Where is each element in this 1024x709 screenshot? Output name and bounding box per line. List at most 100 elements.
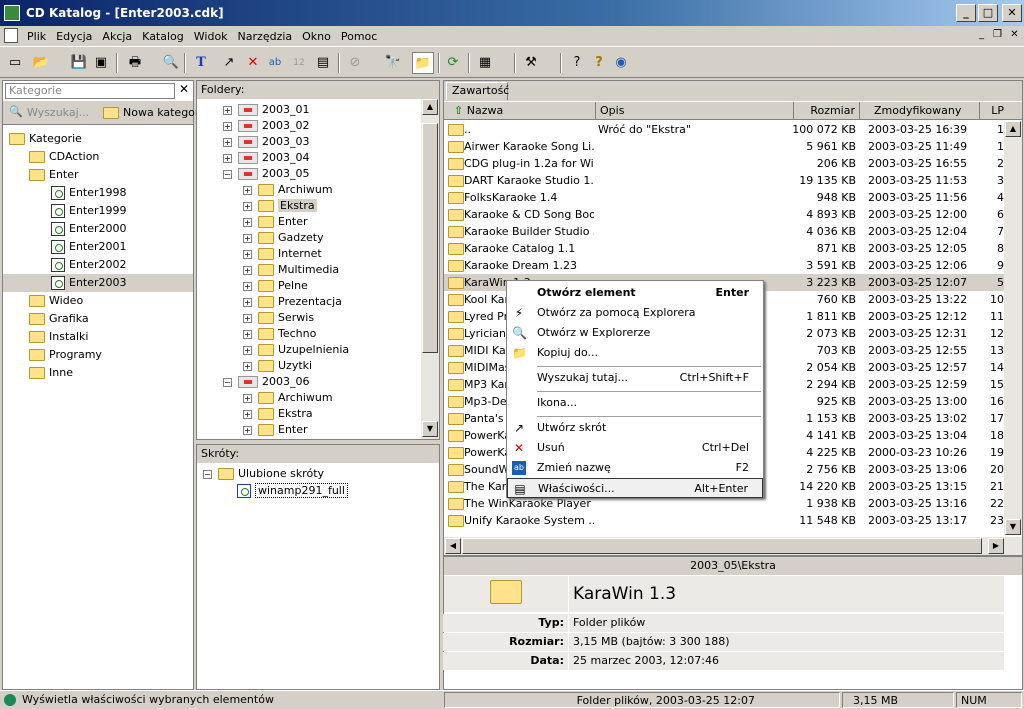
menu-edycja[interactable]: Edycja	[51, 30, 97, 43]
mdi-restore-icon[interactable]: ❐	[990, 28, 1005, 43]
expand-icon[interactable]: +	[243, 217, 252, 227]
folder-node[interactable]: + Enter	[243, 421, 308, 439]
file-row[interactable]: Unify Karaoke System ... 11 548 KB 2003-03…	[444, 512, 1004, 529]
column-opis[interactable]: Opis	[596, 102, 794, 120]
close-button[interactable]: ✕	[1002, 4, 1022, 22]
expand-icon[interactable]: +	[223, 121, 232, 131]
expand-icon[interactable]: +	[223, 153, 232, 163]
folders-scrollbar[interactable]: ▲ ▼	[421, 99, 439, 439]
file-row[interactable]: .. Wróć do "Ekstra" 100 072 KB 2003-03-25 1…	[444, 121, 1004, 138]
file-row[interactable]: Karaoke & CD Song Boo... 4 893 KB 2003-03-…	[444, 206, 1004, 223]
help-topics-icon[interactable]: ?	[566, 52, 588, 74]
refresh-icon[interactable]: ⟳	[442, 52, 464, 74]
menu-widok[interactable]: Widok	[189, 30, 233, 43]
scroll-left-icon[interactable]: ◀	[445, 538, 461, 554]
menu-pomoc[interactable]: Pomoc	[336, 30, 382, 43]
category-item[interactable]: Inne	[29, 364, 73, 382]
expand-icon[interactable]: +	[243, 265, 252, 275]
mdi-minimize-icon[interactable]: _	[974, 28, 989, 43]
context-menu-item[interactable]: ✕ Usuń Ctrl+Del	[507, 438, 763, 458]
context-menu-item[interactable]: Otwórz element Enter	[507, 283, 763, 303]
save-as-icon[interactable]: ▣	[90, 52, 112, 74]
file-row[interactable]: Karaoke Builder Studio 3.0 4 036 KB 2003-0…	[444, 223, 1004, 240]
column-lp[interactable]: LP	[980, 102, 1008, 120]
properties-icon[interactable]: ▤	[312, 52, 334, 74]
expand-icon[interactable]: +	[223, 137, 232, 147]
expand-icon[interactable]: +	[243, 201, 252, 211]
expand-icon[interactable]: +	[243, 185, 252, 195]
disabled-icon[interactable]: ⊘	[344, 52, 366, 74]
find-icon[interactable]: 🔭	[382, 52, 404, 74]
category-item[interactable]: CDAction	[29, 148, 99, 166]
menu-okno[interactable]: Okno	[297, 30, 336, 43]
hscroll-thumb[interactable]	[462, 538, 982, 554]
catalog-item[interactable]: Enter1998	[51, 184, 127, 202]
expand-icon[interactable]: +	[243, 361, 252, 371]
expand-icon[interactable]: +	[243, 313, 252, 323]
column-nazwa[interactable]: ⇧ Nazwa	[444, 102, 596, 120]
file-row[interactable]: Karaoke Dream 1.23 3 591 KB 2003-03-25 12:…	[444, 257, 1004, 274]
file-row[interactable]: CDG plug-in 1.2a for Wi... 206 KB 2003-03-…	[444, 155, 1004, 172]
file-row[interactable]: DART Karaoke Studio 1.... 19 135 KB 2003-0…	[444, 172, 1004, 189]
menu-narzedzia[interactable]: Narzędzia	[233, 30, 298, 43]
scroll-thumb[interactable]	[422, 123, 438, 353]
delete-icon[interactable]: ✕	[242, 52, 264, 74]
catalog-item[interactable]: Enter2000	[51, 220, 127, 238]
scroll-down-icon[interactable]: ▼	[422, 421, 438, 437]
expand-icon[interactable]: +	[243, 329, 252, 339]
context-menu-item[interactable]: 📁 Kopiuj do...	[507, 343, 763, 363]
context-menu-item[interactable]: Wyszukaj tutaj... Ctrl+Shift+F	[507, 368, 763, 388]
catalog-item-selected[interactable]: Enter2003	[3, 274, 193, 292]
category-item[interactable]: Programy	[29, 346, 102, 364]
shortcut-item[interactable]: winamp291_full	[237, 482, 348, 500]
menu-plik[interactable]: Plik	[22, 30, 51, 43]
menu-akcja[interactable]: Akcja	[97, 30, 137, 43]
list-vscrollbar[interactable]: ▲ ▼	[1004, 121, 1022, 535]
category-item[interactable]: Enter	[29, 166, 79, 184]
scroll-down-icon[interactable]: ▼	[1005, 519, 1021, 535]
mdi-close-icon[interactable]: ✕	[1007, 28, 1022, 43]
context-menu-item[interactable]: 🔍 Otwórz w Explorerze	[507, 323, 763, 343]
context-menu-item[interactable]: ↗ Utwórz skrót	[507, 418, 763, 438]
category-item[interactable]: Instalki	[29, 328, 88, 346]
category-item[interactable]: Wideo	[29, 292, 83, 310]
sort-icon[interactable]: 12	[288, 52, 310, 74]
collapse-icon[interactable]: −	[203, 469, 212, 479]
expand-icon[interactable]: +	[243, 409, 252, 419]
maximize-button[interactable]: □	[978, 4, 998, 22]
categories-search-input[interactable]: Kategorie	[5, 83, 175, 99]
text-icon[interactable]: T	[190, 52, 212, 74]
minimize-button[interactable]: _	[956, 4, 976, 22]
expand-icon[interactable]: +	[243, 297, 252, 307]
view-icon[interactable]: ▦	[474, 52, 496, 74]
catalog-item[interactable]: Enter2001	[51, 238, 127, 256]
column-rozmiar[interactable]: Rozmiar	[794, 102, 860, 120]
context-menu-item[interactable]: Ikona...	[507, 393, 763, 413]
expand-icon[interactable]: +	[243, 281, 252, 291]
scroll-right-icon[interactable]: ▶	[988, 538, 1004, 554]
expand-icon[interactable]: +	[243, 425, 252, 435]
save-icon[interactable]: 💾	[68, 52, 90, 74]
rename-icon[interactable]: ab	[264, 52, 286, 74]
collapse-icon[interactable]: −	[223, 377, 232, 387]
catalog-item[interactable]: Enter1999	[51, 202, 127, 220]
menu-katalog[interactable]: Katalog	[137, 30, 189, 43]
file-row[interactable]: Airwer Karaoke Song Li... 5 961 KB 2003-03…	[444, 138, 1004, 155]
context-menu-item[interactable]: ▤ Właściwości... Alt+Enter	[507, 478, 763, 498]
globe-icon[interactable]: ◉	[610, 52, 632, 74]
tools-icon[interactable]: ⚒	[520, 52, 542, 74]
list-hscrollbar[interactable]: ◀ ▶	[444, 537, 1022, 555]
close-panel-icon[interactable]: ✕	[179, 82, 189, 96]
expand-icon[interactable]: +	[223, 105, 232, 115]
open-icon[interactable]: 📂	[30, 52, 52, 74]
scroll-up-icon[interactable]: ▲	[422, 99, 438, 115]
tab-zawartosc[interactable]: Zawartość	[446, 82, 509, 100]
file-row[interactable]: Karaoke Catalog 1.1 871 KB 2003-03-25 12:0…	[444, 240, 1004, 257]
collapse-icon[interactable]: −	[223, 169, 232, 179]
shortcuts-root[interactable]: − Ulubione skróty	[203, 465, 324, 483]
scroll-up-icon[interactable]: ▲	[1005, 121, 1021, 137]
expand-icon[interactable]: +	[243, 249, 252, 259]
column-modified[interactable]: Zmodyfikowany	[860, 102, 980, 120]
shortcut-icon[interactable]: ↗	[218, 52, 240, 74]
expand-icon[interactable]: +	[243, 393, 252, 403]
